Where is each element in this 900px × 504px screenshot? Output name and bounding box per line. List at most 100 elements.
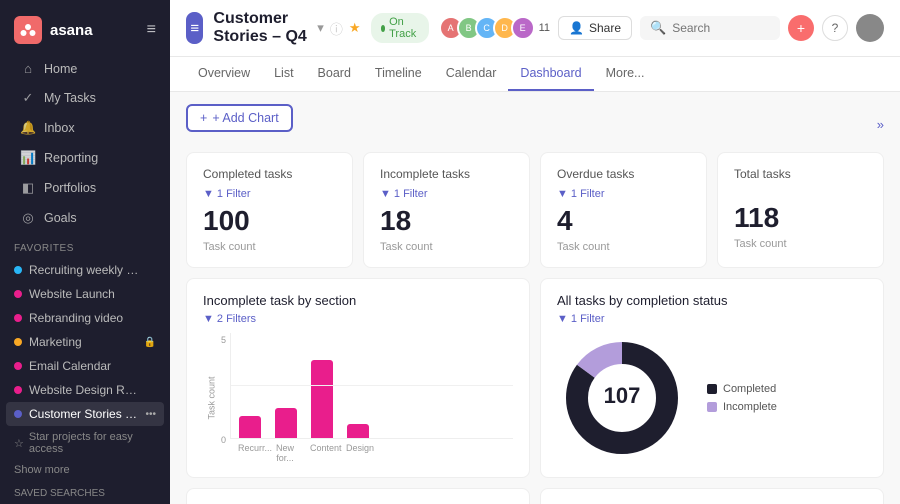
help-button[interactable]: ?	[822, 15, 848, 41]
filter-label: 2 Filters	[217, 313, 256, 325]
favorite-item-email-calendar[interactable]: Email Calendar	[0, 354, 170, 378]
fav-dot	[14, 338, 22, 346]
bar-fill	[311, 360, 333, 438]
favorite-item-website-launch[interactable]: Website Launch	[0, 282, 170, 306]
fav-dot	[14, 290, 22, 298]
star-projects-label: Star projects for easy access	[29, 431, 156, 455]
add-chart-label: + Add Chart	[212, 111, 278, 125]
lock-icon: 🔒	[144, 337, 156, 348]
fav-label: Marketing	[29, 335, 82, 349]
search-bar[interactable]: 🔍	[640, 16, 780, 40]
stat-value: 100	[203, 206, 336, 237]
favorite-item-customer-stories[interactable]: Customer Stories – Q4 •••	[6, 402, 164, 426]
legend-label-incomplete: Incomplete	[723, 401, 777, 413]
stat-card-total: Total tasks 118 Task count	[717, 152, 884, 268]
bar-fill	[275, 408, 297, 438]
tab-list[interactable]: List	[262, 57, 305, 91]
project-title: Customer Stories – Q4	[213, 10, 307, 46]
fav-dot	[14, 362, 22, 370]
chart-icon: 📊	[20, 150, 36, 166]
bar-recurr	[239, 416, 261, 438]
stat-card-completed: Completed tasks ▼ 1 Filter 100 Task coun…	[186, 152, 353, 268]
tab-board[interactable]: Board	[306, 57, 363, 91]
tab-overview[interactable]: Overview	[186, 57, 262, 91]
donut-chart-filter[interactable]: ▼ 1 Filter	[557, 313, 605, 325]
info-icon[interactable]: ⓘ	[330, 19, 343, 38]
show-more-link[interactable]: Show more	[0, 460, 170, 480]
stat-filter[interactable]: ▼ 1 Filter	[203, 188, 251, 200]
chevron-down-icon[interactable]: ▾	[317, 20, 324, 36]
header-right: A B C D E 11 👤 Share 🔍 + ?	[439, 14, 884, 42]
charts-row: Incomplete task by section ▼ 2 Filters T…	[186, 278, 884, 478]
filter-icon: ▼	[380, 188, 391, 200]
search-input[interactable]	[672, 21, 770, 35]
bar-label-recurr: Recurr...	[238, 443, 260, 463]
tab-calendar[interactable]: Calendar	[434, 57, 509, 91]
star-projects-item[interactable]: ☆ Star projects for easy access	[0, 426, 170, 460]
fav-dot	[14, 386, 22, 394]
fav-label: Customer Stories – Q4	[29, 407, 138, 421]
filter-label: 1 Filter	[571, 313, 605, 325]
header-icons: ▾ ⓘ ★	[317, 19, 360, 38]
fav-label: Email Calendar	[29, 359, 111, 373]
legend-item-completed: Completed	[707, 383, 777, 395]
donut-center-value: 107	[604, 383, 641, 408]
more-options-icon[interactable]: •••	[145, 409, 156, 420]
tab-more[interactable]: More...	[594, 57, 657, 91]
collapse-icon[interactable]: »	[877, 117, 884, 132]
share-button[interactable]: 👤 Share	[558, 16, 632, 40]
sidebar-item-goals[interactable]: ◎ Goals	[6, 204, 164, 232]
avatar: E	[511, 16, 535, 40]
bell-icon: 🔔	[20, 120, 36, 136]
sidebar-item-portfolios[interactable]: ◧ Portfolios	[6, 174, 164, 202]
stat-value: 4	[557, 206, 690, 237]
user-avatar[interactable]	[856, 14, 884, 42]
stat-sub-label: Task count	[203, 241, 336, 253]
tab-dashboard[interactable]: Dashboard	[508, 57, 593, 91]
add-button[interactable]: +	[788, 15, 814, 41]
sidebar-item-home[interactable]: ⌂ Home	[6, 55, 164, 82]
fav-dot	[14, 314, 22, 322]
plus-icon: +	[200, 111, 207, 125]
main-content: ≡ Customer Stories – Q4 ▾ ⓘ ★ On Track A…	[170, 0, 900, 504]
bar-new-for	[275, 408, 297, 438]
stat-sub-label: Task count	[380, 241, 513, 253]
menu-icon[interactable]: ≡	[147, 21, 156, 39]
favorites-section-title: Favorites	[0, 233, 170, 258]
filter-icon: ▼	[203, 313, 214, 325]
avatar-group: A B C D E 11	[439, 16, 550, 40]
filter-icon: ▼	[557, 188, 568, 200]
bar-label-design: Design	[346, 443, 368, 463]
stat-filter[interactable]: ▼ 1 Filter	[557, 188, 605, 200]
upcoming-tasks-card: Upcoming tasks by assignee ▼ 2 Filters	[186, 488, 530, 504]
tab-timeline[interactable]: Timeline	[363, 57, 434, 91]
stat-title: Total tasks	[734, 167, 867, 181]
goals-icon: ◎	[20, 210, 36, 226]
y-axis-5: 5	[221, 335, 226, 345]
sidebar-item-inbox[interactable]: 🔔 Inbox	[6, 114, 164, 142]
sidebar-item-my-tasks[interactable]: ✓ My Tasks	[6, 84, 164, 112]
add-chart-button[interactable]: + + Add Chart	[186, 104, 293, 132]
bar-label-new-for: New for...	[274, 443, 296, 463]
stat-filter[interactable]: ▼ 1 Filter	[380, 188, 428, 200]
star-icon[interactable]: ★	[349, 20, 361, 36]
on-track-badge: On Track	[371, 13, 429, 43]
bar-label-content: Content	[310, 443, 332, 463]
stat-sub-label: Task count	[557, 241, 690, 253]
bar-chart-filter[interactable]: ▼ 2 Filters	[203, 313, 256, 325]
favorite-item-marketing[interactable]: Marketing 🔒	[0, 330, 170, 354]
stat-sub-label: Task count	[734, 238, 867, 250]
filter-label: 1 Filter	[571, 188, 605, 200]
page-header: ≡ Customer Stories – Q4 ▾ ⓘ ★ On Track A…	[170, 0, 900, 57]
y-axis-0: 0	[221, 435, 226, 445]
donut-chart-card: All tasks by completion status ▼ 1 Filte…	[540, 278, 884, 478]
favorite-item-website-design[interactable]: Website Design Requ...	[0, 378, 170, 402]
favorite-item-recruiting[interactable]: Recruiting weekly me...	[0, 258, 170, 282]
dashboard-content: + + Add Chart » Completed tasks ▼ 1 Filt…	[170, 92, 900, 504]
app-logo[interactable]: asana ≡	[0, 10, 170, 54]
sidebar-item-label: Portfolios	[44, 181, 96, 195]
favorite-item-rebranding[interactable]: Rebranding video	[0, 306, 170, 330]
legend-item-incomplete: Incomplete	[707, 401, 777, 413]
sidebar-item-reporting[interactable]: 📊 Reporting	[6, 144, 164, 172]
on-track-dot	[381, 25, 386, 32]
